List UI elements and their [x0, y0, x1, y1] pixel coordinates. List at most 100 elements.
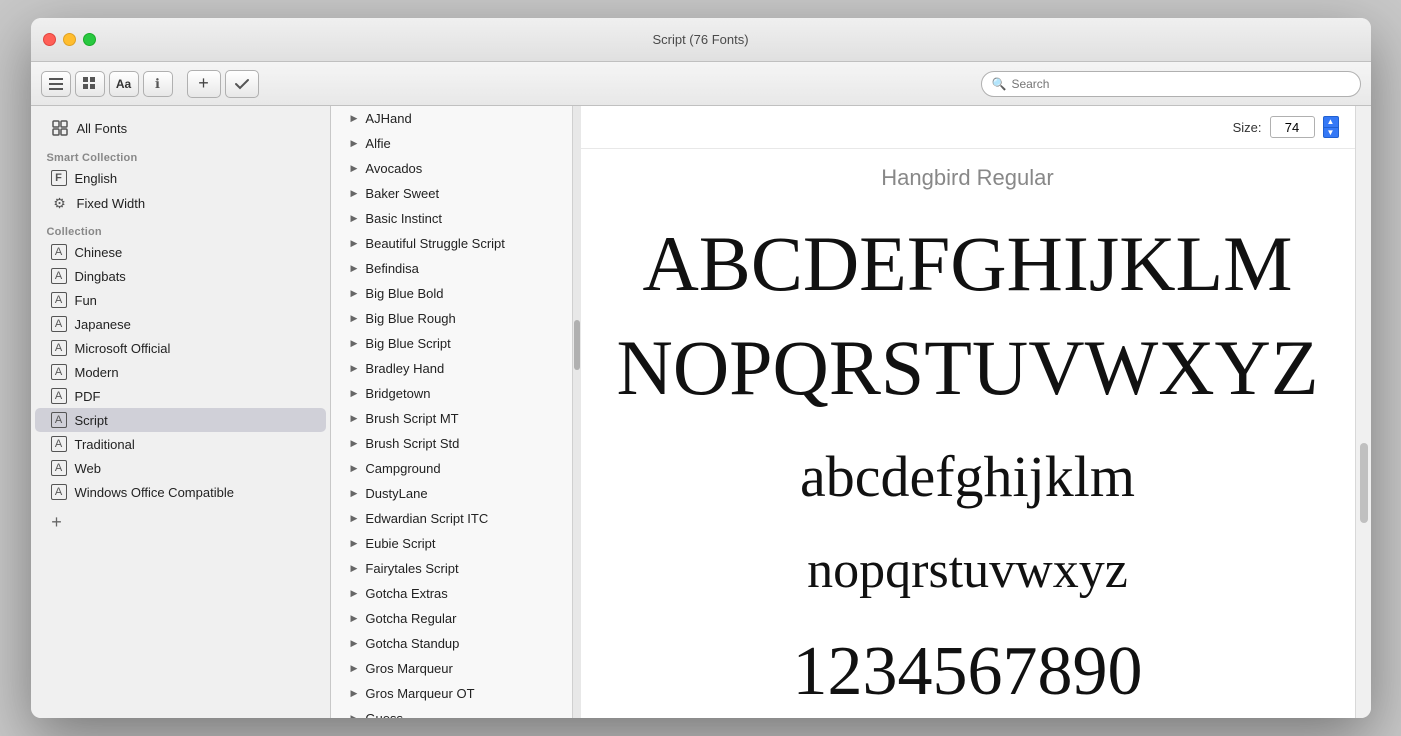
font-name-label: Brush Script MT: [365, 411, 458, 426]
preview-type-button[interactable]: Aa: [109, 71, 139, 97]
font-list-item-campground[interactable]: ▶ Campground: [331, 456, 572, 481]
font-list-item-ajhand[interactable]: ▶ AJHand: [331, 106, 572, 131]
size-input[interactable]: [1270, 116, 1315, 138]
sidebar-item-pdf[interactable]: A PDF: [35, 384, 326, 408]
expand-arrow: ▶: [351, 388, 358, 399]
english-icon: F: [51, 170, 67, 186]
font-list-item-avocados[interactable]: ▶ Avocados: [331, 156, 572, 181]
font-list-item-gotcha-standup[interactable]: ▶ Gotcha Standup: [331, 631, 572, 656]
modern-icon: A: [51, 364, 67, 380]
font-list-item-big-blue-bold[interactable]: ▶ Big Blue Bold: [331, 281, 572, 306]
sidebar-item-label: Chinese: [75, 245, 123, 260]
sidebar-item-label: Fun: [75, 293, 97, 308]
font-list-item-baker-sweet[interactable]: ▶ Baker Sweet: [331, 181, 572, 206]
sidebar-item-traditional[interactable]: A Traditional: [35, 432, 326, 456]
font-list-scrollbar-thumb[interactable]: [574, 320, 580, 370]
font-name-label: Guess: [365, 711, 403, 718]
sidebar-item-chinese[interactable]: A Chinese: [35, 240, 326, 264]
sidebar-item-english[interactable]: F English: [35, 166, 326, 190]
sidebar-item-label: Microsoft Official: [75, 341, 171, 356]
sidebar-item-label: Windows Office Compatible: [75, 485, 234, 500]
hamburger-icon: [49, 78, 63, 90]
close-button[interactable]: [43, 33, 56, 46]
font-name-label: Gros Marqueur OT: [365, 686, 474, 701]
font-list-item-dustylane[interactable]: ▶ DustyLane: [331, 481, 572, 506]
sidebar-item-japanese[interactable]: A Japanese: [35, 312, 326, 336]
font-list-item-big-blue-rough[interactable]: ▶ Big Blue Rough: [331, 306, 572, 331]
expand-arrow: ▶: [351, 263, 358, 274]
expand-arrow: ▶: [351, 363, 358, 374]
font-list-item-brush-script-mt[interactable]: ▶ Brush Script MT: [331, 406, 572, 431]
size-stepper-up[interactable]: ▲: [1323, 116, 1339, 128]
add-collection-button[interactable]: +: [47, 512, 67, 532]
all-fonts-icon: [51, 119, 69, 137]
sidebar-item-fixed-width[interactable]: ⚙ Fixed Width: [35, 190, 326, 216]
right-panel: ▶ AJHand ▶ Alfie ▶ Avocados ▶ Baker Swee…: [331, 106, 1371, 718]
size-stepper-group: ▲ ▼: [1323, 116, 1339, 138]
font-list-item-bradley-hand[interactable]: ▶ Bradley Hand: [331, 356, 572, 381]
info-button[interactable]: ℹ: [143, 71, 173, 97]
font-name-label: Avocados: [365, 161, 422, 176]
font-list-item-alfie[interactable]: ▶ Alfie: [331, 131, 572, 156]
sidebar-item-label: Dingbats: [75, 269, 126, 284]
sidebar-item-windows-office[interactable]: A Windows Office Compatible: [35, 480, 326, 504]
web-icon: A: [51, 460, 67, 476]
font-list-scrollbar[interactable]: [573, 106, 581, 718]
sidebar-item-modern[interactable]: A Modern: [35, 360, 326, 384]
sidebar-item-label: Traditional: [75, 437, 135, 452]
expand-arrow: ▶: [351, 463, 358, 474]
font-list-item-beautiful-struggle[interactable]: ▶ Beautiful Struggle Script: [331, 231, 572, 256]
size-stepper-down[interactable]: ▼: [1323, 128, 1339, 139]
microsoft-official-icon: A: [51, 340, 67, 356]
expand-arrow: ▶: [351, 663, 358, 674]
font-list-container: ▶ AJHand ▶ Alfie ▶ Avocados ▶ Baker Swee…: [331, 106, 581, 718]
font-list-item-guess[interactable]: ▶ Guess: [331, 706, 572, 718]
expand-arrow: ▶: [351, 538, 358, 549]
fixed-width-icon: ⚙: [51, 194, 69, 212]
grid-icon: [83, 77, 97, 91]
font-list-item-gotcha-extras[interactable]: ▶ Gotcha Extras: [331, 581, 572, 606]
titlebar: Script (76 Fonts): [31, 18, 1371, 62]
font-name-label: Gotcha Regular: [365, 611, 456, 626]
preview-scrollbar[interactable]: [1355, 106, 1371, 718]
preview-wrapper: Size: ▲ ▼ Hangbird Regular ABCDEFGHIJKLM…: [581, 106, 1371, 718]
validate-button[interactable]: [225, 70, 259, 98]
sidebar-toggle-button[interactable]: [41, 71, 71, 97]
font-list-item-bridgetown[interactable]: ▶ Bridgetown: [331, 381, 572, 406]
font-list-item-gros-marqueur-ot[interactable]: ▶ Gros Marqueur OT: [331, 681, 572, 706]
preview-font-name: Hangbird Regular: [581, 149, 1355, 207]
sidebar-item-fun[interactable]: A Fun: [35, 288, 326, 312]
sidebar-item-dingbats[interactable]: A Dingbats: [35, 264, 326, 288]
grid-view-button[interactable]: [75, 71, 105, 97]
font-name-label: Bradley Hand: [365, 361, 444, 376]
font-list-item-fairytales-script[interactable]: ▶ Fairytales Script: [331, 556, 572, 581]
font-list-item-eubie-script[interactable]: ▶ Eubie Script: [331, 531, 572, 556]
sidebar-item-label: Modern: [75, 365, 119, 380]
font-list-item-edwardian-script[interactable]: ▶ Edwardian Script ITC: [331, 506, 572, 531]
preview-scrollbar-thumb[interactable]: [1360, 443, 1368, 523]
preview-content: ABCDEFGHIJKLM NOPQRSTUVWXYZ abcdefghijkl…: [581, 207, 1355, 718]
expand-arrow: ▶: [351, 613, 358, 624]
search-area: 🔍: [981, 71, 1361, 97]
search-input[interactable]: [1011, 77, 1349, 91]
minimize-button[interactable]: [63, 33, 76, 46]
checkmark-icon: [234, 76, 250, 92]
sidebar-item-label: Script: [75, 413, 108, 428]
add-font-button[interactable]: +: [187, 70, 221, 98]
font-list-item-gros-marqueur[interactable]: ▶ Gros Marqueur: [331, 656, 572, 681]
font-list-item-big-blue-script[interactable]: ▶ Big Blue Script: [331, 331, 572, 356]
expand-arrow: ▶: [351, 638, 358, 649]
font-list-item-brush-script-std[interactable]: ▶ Brush Script Std: [331, 431, 572, 456]
sidebar-item-all-fonts[interactable]: All Fonts: [35, 114, 326, 142]
search-box[interactable]: 🔍: [981, 71, 1361, 97]
font-list-item-gotcha-regular[interactable]: ▶ Gotcha Regular: [331, 606, 572, 631]
maximize-button[interactable]: [83, 33, 96, 46]
font-list-item-basic-instinct[interactable]: ▶ Basic Instinct: [331, 206, 572, 231]
expand-arrow: ▶: [351, 288, 358, 299]
sidebar-item-script[interactable]: A Script: [35, 408, 326, 432]
font-list: ▶ AJHand ▶ Alfie ▶ Avocados ▶ Baker Swee…: [331, 106, 573, 718]
sidebar-item-microsoft-official[interactable]: A Microsoft Official: [35, 336, 326, 360]
sidebar-item-web[interactable]: A Web: [35, 456, 326, 480]
font-list-item-befindisa[interactable]: ▶ Befindisa: [331, 256, 572, 281]
font-name-label: AJHand: [365, 111, 411, 126]
